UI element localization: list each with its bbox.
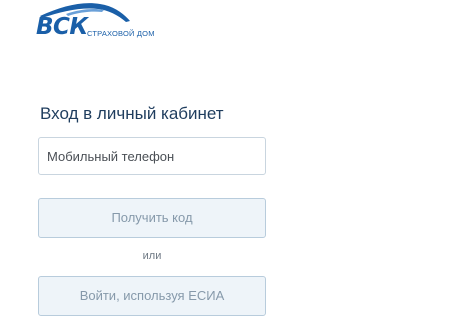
- get-code-button[interactable]: Получить код: [38, 198, 266, 238]
- logo-text: ВСК: [36, 14, 88, 40]
- or-separator: или: [142, 250, 162, 262]
- logo-subtitle: СТРАХОВОЙ ДОМ: [87, 29, 155, 38]
- page-title: Вход в личный кабинет: [40, 104, 224, 123]
- login-page: ВСК СТРАХОВОЙ ДОМ Вход в личный кабинет …: [0, 0, 456, 320]
- brand-logo[interactable]: ВСК СТРАХОВОЙ ДОМ: [36, 2, 186, 42]
- esia-login-button[interactable]: Войти, используя ЕСИА: [38, 276, 266, 316]
- phone-input[interactable]: [38, 137, 266, 175]
